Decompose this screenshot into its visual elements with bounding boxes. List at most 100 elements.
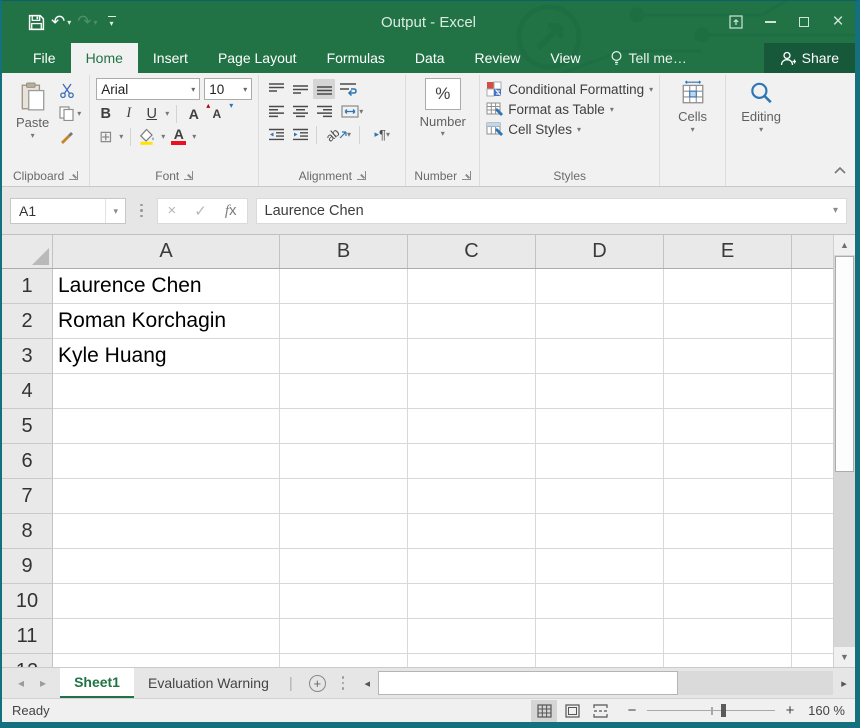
middle-align-button[interactable]	[289, 79, 311, 99]
italic-button[interactable]: I	[119, 104, 138, 123]
font-color-button[interactable]: A	[169, 127, 188, 146]
merge-center-dropdown-icon[interactable]: ▾	[359, 107, 363, 116]
cell-E5[interactable]	[664, 409, 792, 444]
cell-partial-8[interactable]	[792, 514, 833, 549]
cell-B9[interactable]	[280, 549, 408, 584]
insert-function-button[interactable]: fx	[225, 202, 237, 220]
row-header-12[interactable]: 12	[2, 654, 53, 667]
tab-view[interactable]: View	[535, 43, 595, 73]
name-box-dropdown-icon[interactable]: ▾	[105, 199, 125, 223]
number-dialog-launcher[interactable]	[462, 171, 471, 180]
cell-D12[interactable]	[536, 654, 664, 667]
cell-D5[interactable]	[536, 409, 664, 444]
text-direction-button[interactable]: ▸ ¶ ▾	[365, 125, 399, 145]
underline-dropdown-icon[interactable]: ▾	[165, 109, 169, 118]
cell-styles-button[interactable]: Cell Styles ▾	[486, 121, 653, 137]
normal-view-button[interactable]	[531, 700, 557, 722]
cell-partial-5[interactable]	[792, 409, 833, 444]
formula-bar-resize-handle[interactable]	[134, 204, 149, 218]
name-box[interactable]: A1 ▾	[10, 198, 126, 224]
cells-dropdown-icon[interactable]: ▾	[691, 125, 695, 134]
column-header-A[interactable]: A	[53, 235, 280, 268]
wrap-text-button[interactable]	[337, 79, 359, 99]
merge-center-button[interactable]: ▾	[337, 102, 367, 122]
increase-indent-button[interactable]	[289, 125, 311, 145]
cell-D2[interactable]	[536, 304, 664, 339]
cell-partial-12[interactable]	[792, 654, 833, 667]
align-center-button[interactable]	[289, 102, 311, 122]
cell-B8[interactable]	[280, 514, 408, 549]
horizontal-scroll-track[interactable]	[378, 671, 833, 695]
cell-partial-9[interactable]	[792, 549, 833, 584]
cell-A12[interactable]	[53, 654, 280, 667]
tab-home[interactable]: Home	[71, 43, 138, 73]
column-header-E[interactable]: E	[664, 235, 792, 268]
text-direction-dropdown-icon[interactable]: ▾	[386, 130, 390, 139]
row-header-6[interactable]: 6	[2, 444, 53, 479]
formula-bar-expand-icon[interactable]: ▾	[833, 205, 838, 216]
cell-B7[interactable]	[280, 479, 408, 514]
cell-E10[interactable]	[664, 584, 792, 619]
cell-partial-1[interactable]	[792, 269, 833, 304]
format-painter-button[interactable]	[59, 127, 81, 145]
font-size-select[interactable]: 10 ▾	[204, 78, 252, 100]
cell-partial-2[interactable]	[792, 304, 833, 339]
cell-A2[interactable]: Roman Korchagin	[53, 304, 280, 339]
cell-D4[interactable]	[536, 374, 664, 409]
scroll-up-button[interactable]: ▲	[834, 235, 855, 255]
conditional-formatting-dropdown-icon[interactable]: ▾	[649, 85, 653, 94]
cell-D8[interactable]	[536, 514, 664, 549]
cell-D10[interactable]	[536, 584, 664, 619]
tab-data[interactable]: Data	[400, 43, 460, 73]
sheet-tab-sheet1[interactable]: Sheet1	[60, 668, 134, 698]
vertical-scroll-thumb[interactable]	[835, 256, 854, 472]
column-header-D[interactable]: D	[536, 235, 664, 268]
cell-C4[interactable]	[408, 374, 536, 409]
cell-C8[interactable]	[408, 514, 536, 549]
row-header-3[interactable]: 3	[2, 339, 53, 374]
cell-D3[interactable]	[536, 339, 664, 374]
cell-A1[interactable]: Laurence Chen	[53, 269, 280, 304]
cell-partial-7[interactable]	[792, 479, 833, 514]
paste-button[interactable]: Paste ▾	[8, 78, 57, 165]
cell-partial-11[interactable]	[792, 619, 833, 654]
cell-E2[interactable]	[664, 304, 792, 339]
cell-B5[interactable]	[280, 409, 408, 444]
bold-button[interactable]: B	[96, 104, 115, 123]
conditional-formatting-button[interactable]: Conditional Formatting ▾	[486, 81, 653, 97]
zoom-in-button[interactable]: +	[783, 702, 797, 719]
fill-color-dropdown-icon[interactable]: ▾	[161, 132, 165, 141]
cell-B3[interactable]	[280, 339, 408, 374]
decrease-indent-button[interactable]	[265, 125, 287, 145]
vertical-scroll-track[interactable]	[834, 255, 855, 647]
orientation-button[interactable]: ab ▾	[322, 125, 354, 145]
cell-A10[interactable]	[53, 584, 280, 619]
next-sheet-button[interactable]: ▸	[40, 676, 46, 690]
zoom-level[interactable]: 160 %	[799, 703, 845, 718]
cell-E4[interactable]	[664, 374, 792, 409]
cell-B11[interactable]	[280, 619, 408, 654]
cell-B12[interactable]	[280, 654, 408, 667]
top-align-button[interactable]	[265, 79, 287, 99]
format-as-table-button[interactable]: Format as Table ▾	[486, 101, 653, 117]
row-header-9[interactable]: 9	[2, 549, 53, 584]
cell-C7[interactable]	[408, 479, 536, 514]
new-sheet-button[interactable]: +	[299, 668, 336, 698]
cell-D6[interactable]	[536, 444, 664, 479]
previous-sheet-button[interactable]: ◂	[18, 676, 24, 690]
column-header-C[interactable]: C	[408, 235, 536, 268]
cell-B10[interactable]	[280, 584, 408, 619]
copy-dropdown-icon[interactable]: ▾	[77, 109, 81, 118]
cell-E8[interactable]	[664, 514, 792, 549]
cell-D1[interactable]	[536, 269, 664, 304]
tab-bar-resize-handle[interactable]	[336, 676, 351, 690]
fill-color-button[interactable]	[138, 127, 157, 146]
cell-C2[interactable]	[408, 304, 536, 339]
format-as-table-dropdown-icon[interactable]: ▾	[610, 105, 614, 114]
font-name-select[interactable]: Arial ▾	[96, 78, 200, 100]
tab-formulas[interactable]: Formulas	[312, 43, 400, 73]
enter-entry-button[interactable]: ✓	[194, 202, 207, 220]
row-header-7[interactable]: 7	[2, 479, 53, 514]
tell-me-box[interactable]: Tell me…	[596, 43, 701, 73]
decrease-font-size-button[interactable]: A▾	[207, 104, 226, 123]
